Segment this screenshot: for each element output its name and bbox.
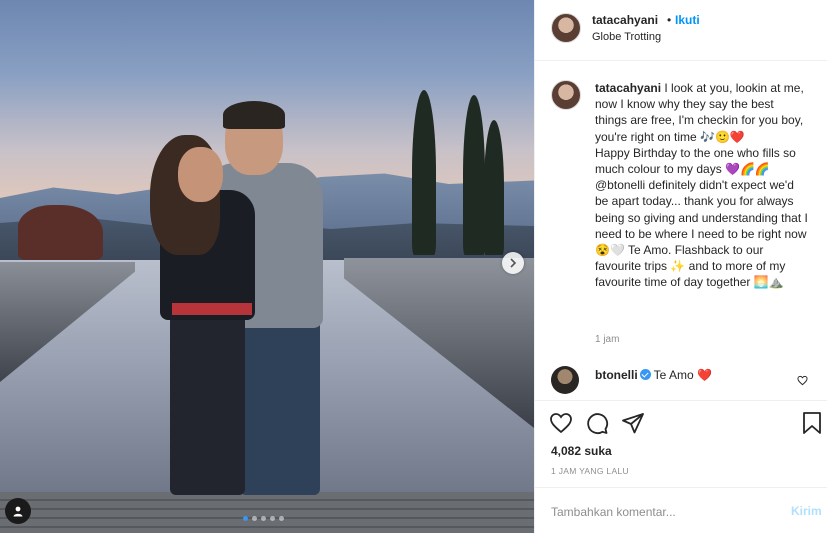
carousel-dot: [279, 516, 284, 521]
post-comment-button[interactable]: Kirim: [791, 504, 822, 518]
carousel-dot: [243, 516, 248, 521]
carousel-indicator: [243, 516, 284, 521]
chevron-right-icon: [510, 258, 517, 268]
verified-icon: [639, 369, 651, 380]
post-photo[interactable]: [0, 0, 534, 533]
avatar[interactable]: [551, 13, 581, 43]
comments-section: tatacahyani I look at you, lookin at me,…: [535, 61, 827, 401]
photo-woman: [150, 135, 270, 495]
post-caption: tatacahyani I look at you, lookin at me,…: [595, 80, 809, 291]
photo-cypress: [463, 95, 485, 255]
carousel-dot: [252, 516, 257, 521]
caption-username[interactable]: tatacahyani: [595, 81, 661, 95]
comment-item: btonelli Te Amo ❤️: [595, 368, 712, 382]
caption-text: I look at you, lookin at me, now I know …: [595, 81, 808, 290]
post-location[interactable]: Globe Trotting: [592, 31, 661, 43]
avatar[interactable]: [551, 366, 579, 394]
carousel-dot: [261, 516, 266, 521]
heart-icon[interactable]: [797, 375, 808, 386]
bookmark-icon[interactable]: [800, 411, 824, 435]
user-tags-button[interactable]: [5, 498, 31, 524]
instagram-post: tatacahyani • Ikuti Globe Trotting tatac…: [0, 0, 827, 533]
add-comment-bar: Kirim: [535, 487, 827, 534]
separator-bullet: •: [667, 13, 672, 27]
post-header: tatacahyani • Ikuti Globe Trotting: [535, 0, 827, 61]
comment-icon[interactable]: [585, 411, 609, 435]
comment-input[interactable]: [549, 498, 773, 526]
share-icon[interactable]: [621, 411, 645, 435]
carousel-next-button[interactable]: [502, 252, 524, 274]
heart-icon[interactable]: [549, 411, 573, 435]
caption-timestamp: 1 jam: [595, 334, 620, 345]
author-username[interactable]: tatacahyani: [592, 13, 658, 27]
post-actions: 4,082 suka 1 JAM YANG LALU: [535, 400, 827, 489]
user-tag-icon: [13, 506, 23, 517]
photo-cypress: [412, 90, 436, 255]
comment-username[interactable]: btonelli: [595, 368, 638, 382]
avatar[interactable]: [551, 80, 581, 110]
photo-bush: [18, 205, 103, 260]
post-sidebar: tatacahyani • Ikuti Globe Trotting tatac…: [534, 0, 827, 533]
follow-button[interactable]: Ikuti: [675, 13, 700, 27]
comment-text: Te Amo ❤️: [653, 368, 712, 382]
carousel-dot: [270, 516, 275, 521]
likes-count[interactable]: 4,082 suka: [551, 444, 612, 458]
post-timestamp[interactable]: 1 JAM YANG LALU: [551, 466, 629, 476]
photo-cypress: [484, 120, 504, 255]
